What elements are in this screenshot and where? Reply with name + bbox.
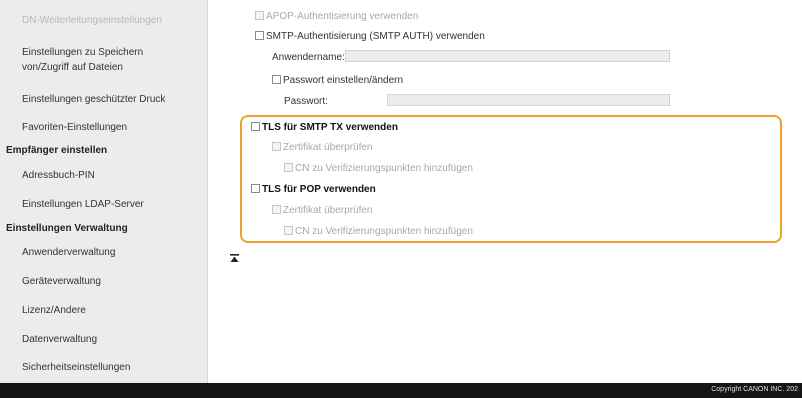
sidebar-item-ldap-server[interactable]: Einstellungen LDAP-Server: [0, 197, 207, 212]
scroll-to-top-icon[interactable]: [230, 254, 239, 264]
set-password-option: Passwort einstellen/ändern: [272, 75, 403, 87]
verify-cert-smtp-label: Zertifikat überprüfen: [283, 142, 373, 153]
set-password-label: Passwort einstellen/ändern: [283, 75, 404, 86]
sidebar-item-security-settings[interactable]: Sicherheitseinstellungen: [0, 360, 207, 375]
sidebar-section-management: Einstellungen Verwaltung: [6, 223, 128, 234]
smtp-auth-label: SMTP-Authentisierung (SMTP AUTH) verwend…: [266, 31, 485, 42]
footer-bar: Copyright CANON INC. 202: [0, 383, 802, 398]
tls-smtp-label: TLS für SMTP TX verwenden: [262, 122, 398, 133]
verify-cert-smtp-checkbox[interactable]: [272, 142, 281, 151]
sidebar-item-favorites[interactable]: Favoriten-Einstellungen: [0, 120, 207, 135]
username-label: Anwendername:: [272, 52, 345, 63]
tls-pop-checkbox[interactable]: [251, 184, 260, 193]
tls-settings-highlight: [240, 115, 782, 243]
sidebar-item-user-management[interactable]: Anwenderverwaltung: [0, 245, 207, 260]
copyright-text: Copyright CANON INC. 202: [711, 386, 798, 393]
cn-smtp-option: CN zu Verifizierungspunkten hinzufügen: [284, 163, 473, 175]
sidebar: DN-Weiterleitungseinstellungen Einstellu…: [0, 0, 208, 383]
cn-pop-option: CN zu Verifizierungspunkten hinzufügen: [284, 226, 473, 238]
smtp-auth-checkbox[interactable]: [255, 31, 264, 40]
verify-cert-pop-checkbox[interactable]: [272, 205, 281, 214]
verify-cert-pop-option: Zertifikat überprüfen: [272, 205, 373, 217]
password-label: Passwort:: [284, 96, 328, 107]
sidebar-item-secure-print[interactable]: Einstellungen geschützter Druck: [0, 92, 207, 107]
verify-cert-pop-label: Zertifikat überprüfen: [283, 205, 373, 216]
sidebar-section-recipients: Empfänger einstellen: [6, 145, 108, 156]
sidebar-item-dn-forwarding[interactable]: DN-Weiterleitungseinstellungen: [0, 13, 207, 28]
sidebar-item-data-management[interactable]: Datenverwaltung: [0, 332, 207, 347]
cn-smtp-checkbox[interactable]: [284, 163, 293, 172]
cn-pop-checkbox[interactable]: [284, 226, 293, 235]
smtp-auth-option: SMTP-Authentisierung (SMTP AUTH) verwend…: [255, 31, 485, 43]
apop-label: APOP-Authentisierung verwenden: [266, 11, 419, 22]
set-password-checkbox[interactable]: [272, 75, 281, 84]
sidebar-item-save-access-files-line2[interactable]: von/Zugriff auf Dateien: [0, 60, 207, 75]
apop-option: APOP-Authentisierung verwenden: [255, 11, 418, 23]
tls-smtp-option: TLS für SMTP TX verwenden: [251, 122, 398, 134]
cn-smtp-label: CN zu Verifizierungspunkten hinzufügen: [295, 163, 473, 174]
password-input[interactable]: [387, 94, 670, 106]
apop-checkbox[interactable]: [255, 11, 264, 20]
sidebar-item-addressbook-pin[interactable]: Adressbuch-PIN: [0, 168, 207, 183]
sidebar-item-device-management[interactable]: Geräteverwaltung: [0, 274, 207, 289]
cn-pop-label: CN zu Verifizierungspunkten hinzufügen: [295, 226, 473, 237]
sidebar-item-license-other[interactable]: Lizenz/Andere: [0, 303, 207, 318]
sidebar-item-save-access-files-line1[interactable]: Einstellungen zu Speichern: [0, 45, 207, 60]
tls-smtp-checkbox[interactable]: [251, 122, 260, 131]
username-input[interactable]: [345, 50, 670, 62]
tls-pop-label: TLS für POP verwenden: [262, 184, 376, 195]
tls-pop-option: TLS für POP verwenden: [251, 184, 376, 196]
verify-cert-smtp-option: Zertifikat überprüfen: [272, 142, 373, 154]
